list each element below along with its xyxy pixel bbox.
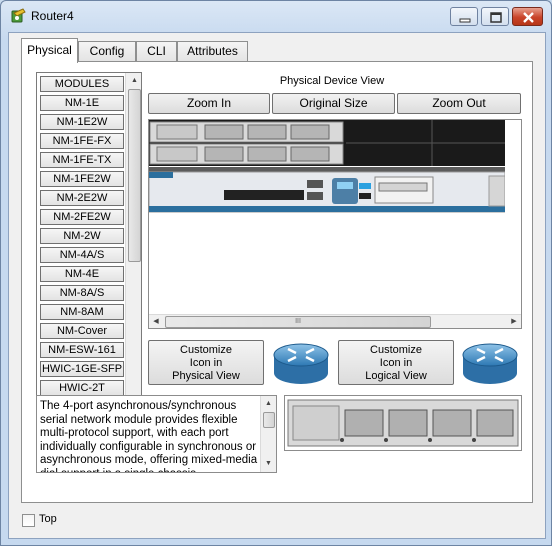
module-list-item[interactable]: NM-1E bbox=[40, 95, 124, 111]
scroll-thumb[interactable] bbox=[128, 89, 141, 262]
button-label-line: Icon in bbox=[379, 357, 413, 369]
scroll-thumb[interactable]: III bbox=[165, 316, 431, 328]
window: Router4 Physical Config CLI Attributes M… bbox=[0, 0, 552, 546]
zoom-in-button[interactable]: Zoom In bbox=[148, 93, 270, 114]
description-scrollbar[interactable]: ▲ ▼ bbox=[260, 396, 276, 472]
router-chassis-image bbox=[149, 120, 505, 213]
module-list-item[interactable]: HWIC-1GE-SFP bbox=[40, 361, 124, 377]
customize-logical-icon-button[interactable]: Customize Icon in Logical View bbox=[338, 340, 454, 385]
serial-module-image bbox=[287, 399, 519, 447]
zoom-out-button[interactable]: Zoom Out bbox=[397, 93, 521, 114]
physical-device-view-title: Physical Device View bbox=[279, 75, 385, 87]
tab-attributes[interactable]: Attributes bbox=[177, 41, 248, 62]
minimize-icon bbox=[459, 18, 471, 23]
title-bar[interactable]: Router4 bbox=[1, 1, 551, 31]
button-label-line: Logical View bbox=[365, 370, 427, 382]
close-button[interactable] bbox=[512, 7, 543, 26]
customize-physical-icon-button[interactable]: Customize Icon in Physical View bbox=[148, 340, 264, 385]
module-list-item[interactable]: NM-4A/S bbox=[40, 247, 124, 263]
module-list-item[interactable]: NM-1FE2W bbox=[40, 171, 124, 187]
module-list-scrollbar[interactable]: ▲ ▼ bbox=[125, 73, 141, 417]
router-icon bbox=[462, 343, 518, 384]
device-view-hscrollbar[interactable]: ◀ III ▶ bbox=[149, 314, 521, 328]
window-title: Router4 bbox=[31, 9, 74, 23]
maximize-icon bbox=[490, 12, 502, 23]
top-checkbox-label: Top bbox=[39, 513, 57, 525]
module-list-item[interactable]: NM-4E bbox=[40, 266, 124, 282]
original-size-button[interactable]: Original Size bbox=[272, 93, 395, 114]
module-list-item[interactable]: NM-1E2W bbox=[40, 114, 124, 130]
module-description-text: The 4-port asynchronous/synchronous seri… bbox=[40, 400, 258, 472]
close-icon bbox=[523, 12, 534, 23]
physical-tab-panel: MODULES NM-1E NM-1E2W NM-1FE-FX NM-1FE-T… bbox=[21, 61, 533, 503]
maximize-button[interactable] bbox=[481, 7, 509, 26]
module-description-box[interactable]: The 4-port asynchronous/synchronous seri… bbox=[36, 395, 277, 473]
scroll-up-arrow-icon[interactable]: ▲ bbox=[261, 397, 276, 411]
scroll-right-arrow-icon[interactable]: ▶ bbox=[507, 315, 521, 328]
dialog-client-area: Physical Config CLI Attributes MODULES N… bbox=[8, 32, 546, 539]
tab-cli[interactable]: CLI bbox=[136, 41, 177, 62]
button-label-line: Physical View bbox=[172, 370, 240, 382]
module-list-item[interactable]: NM-2W bbox=[40, 228, 124, 244]
physical-device-view-canvas: ◀ III ▶ bbox=[148, 119, 522, 329]
top-checkbox[interactable] bbox=[22, 514, 35, 527]
packet-tracer-app-icon bbox=[11, 8, 26, 23]
module-list-item[interactable]: HWIC-2T bbox=[40, 380, 124, 396]
scroll-left-arrow-icon[interactable]: ◀ bbox=[149, 315, 163, 328]
module-list-item[interactable]: NM-8A/S bbox=[40, 285, 124, 301]
button-label-line: Icon in bbox=[189, 357, 223, 369]
scroll-thumb[interactable] bbox=[263, 412, 275, 428]
button-label-line: Customize bbox=[370, 344, 422, 356]
module-list-item[interactable]: NM-1FE-TX bbox=[40, 152, 124, 168]
button-label-line: Customize bbox=[180, 344, 232, 356]
router-icon bbox=[273, 343, 329, 384]
module-list-item[interactable]: NM-8AM bbox=[40, 304, 124, 320]
minimize-button[interactable] bbox=[450, 7, 478, 26]
scroll-down-arrow-icon[interactable]: ▼ bbox=[261, 457, 276, 471]
module-list-item[interactable]: NM-2E2W bbox=[40, 190, 124, 206]
module-list-item[interactable]: MODULES bbox=[40, 76, 124, 92]
module-list-item[interactable]: NM-2FE2W bbox=[40, 209, 124, 225]
selected-module-image bbox=[284, 395, 522, 451]
tab-physical[interactable]: Physical bbox=[21, 38, 78, 63]
tab-config[interactable]: Config bbox=[78, 41, 136, 62]
module-list-item[interactable]: NM-Cover bbox=[40, 323, 124, 339]
module-list: MODULES NM-1E NM-1E2W NM-1FE-FX NM-1FE-T… bbox=[36, 72, 142, 418]
module-list-item[interactable]: NM-ESW-161 bbox=[40, 342, 124, 358]
scroll-up-arrow-icon[interactable]: ▲ bbox=[126, 74, 141, 88]
module-list-item[interactable]: NM-1FE-FX bbox=[40, 133, 124, 149]
